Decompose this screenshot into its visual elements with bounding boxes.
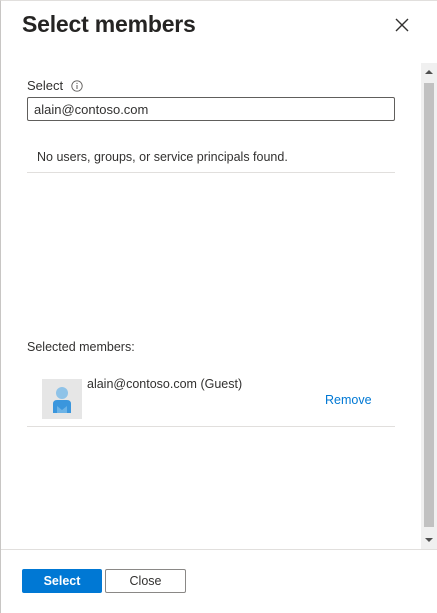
member-name: alain@contoso.com (Guest): [87, 377, 243, 391]
search-input[interactable]: [27, 97, 395, 121]
scroll-down-arrow-icon[interactable]: [421, 533, 437, 547]
remove-member-link[interactable]: Remove: [325, 393, 372, 407]
close-icon[interactable]: [390, 13, 414, 37]
close-button[interactable]: Close: [105, 569, 186, 593]
select-field-label: Select: [27, 78, 83, 93]
info-icon[interactable]: [71, 79, 83, 92]
select-label-text: Select: [27, 78, 64, 93]
scroll-content: [1, 63, 437, 549]
footer-divider: [1, 549, 437, 550]
scrollbar-thumb[interactable]: [424, 83, 434, 527]
selected-member-row: alain@contoso.com (Guest) Remove: [27, 371, 395, 426]
divider: [27, 172, 395, 173]
select-button[interactable]: Select: [22, 569, 102, 593]
vertical-scrollbar[interactable]: [421, 63, 437, 549]
select-members-panel: Select members Select No users, groups, …: [0, 0, 437, 613]
panel-title: Select members: [22, 11, 196, 37]
divider: [27, 426, 395, 427]
selected-members-label: Selected members:: [27, 340, 135, 354]
scroll-up-arrow-icon[interactable]: [421, 65, 437, 79]
user-avatar-icon: [42, 379, 82, 419]
no-results-message: No users, groups, or service principals …: [37, 150, 288, 164]
